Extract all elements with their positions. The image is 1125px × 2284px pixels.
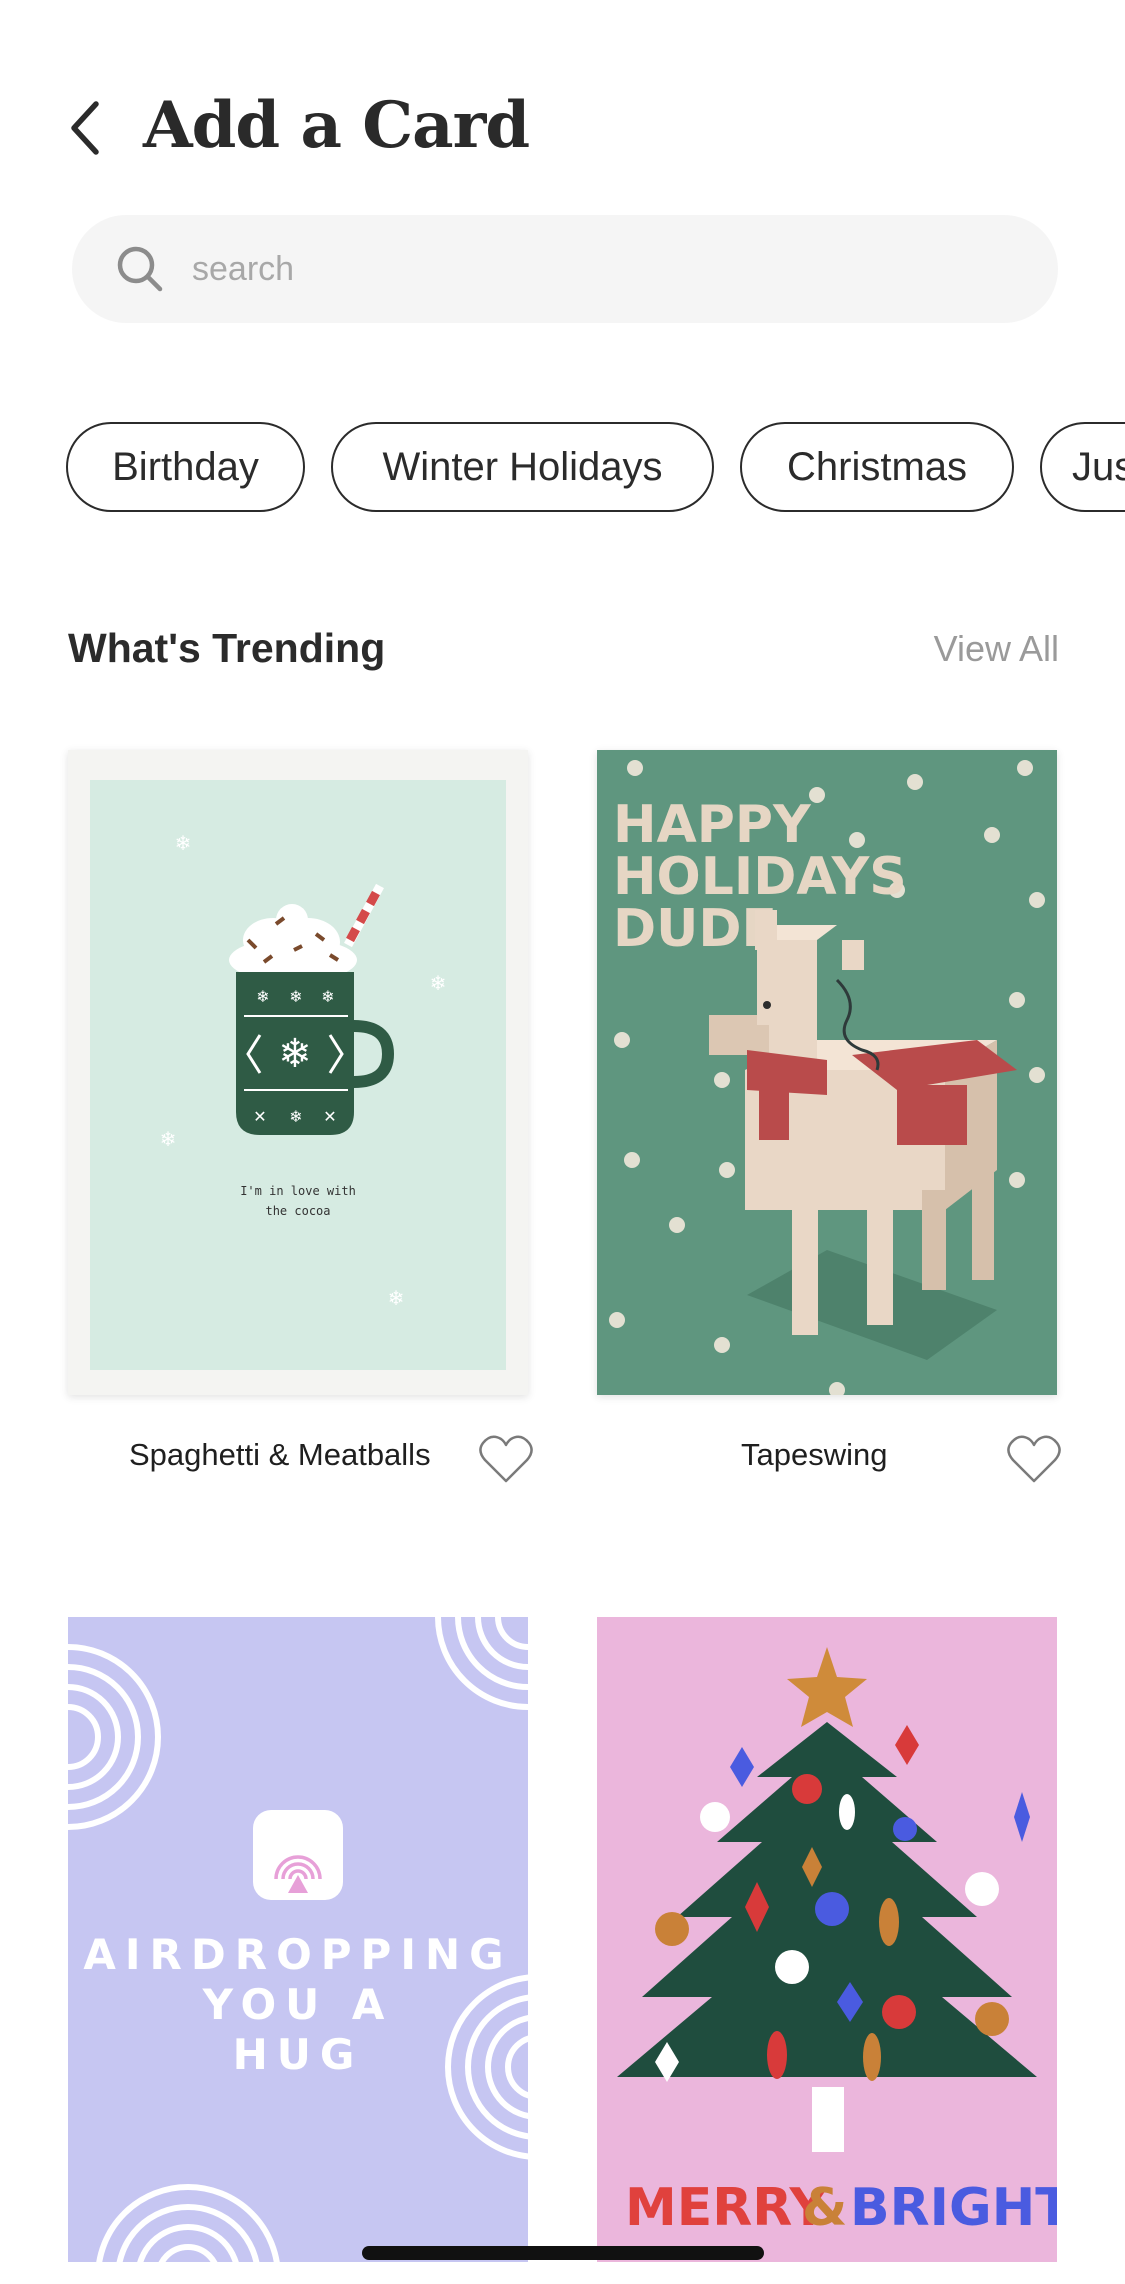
- heart-outline-icon[interactable]: [477, 1433, 535, 1485]
- llama-card-art: HAPPY HOLIDAYS DUDE: [597, 750, 1057, 1395]
- card-art-line-2: HOLIDAYS: [613, 847, 907, 907]
- chevron-left-icon: [71, 101, 99, 155]
- svg-text:❄: ❄: [430, 973, 447, 995]
- card-art-bright: BRIGHT: [850, 2178, 1057, 2238]
- card-art-caption-line-1: I'm in love with: [240, 1184, 356, 1198]
- card-tapeswing[interactable]: HAPPY HOLIDAYS DUDE: [597, 750, 1057, 1395]
- chip-just-because[interactable]: Jus: [1040, 422, 1125, 512]
- card-art-line-1: HAPPY: [613, 795, 812, 855]
- card-title-tapeswing[interactable]: Tapeswing: [741, 1437, 887, 1473]
- svg-text:✕: ✕: [253, 1109, 266, 1126]
- svg-text:❄: ❄: [289, 1109, 302, 1126]
- svg-text:❄: ❄: [278, 1032, 312, 1076]
- chip-birthday[interactable]: Birthday: [66, 422, 305, 512]
- page-title: Add a Card: [143, 88, 530, 163]
- svg-text:❄: ❄: [321, 989, 334, 1006]
- card-spaghetti-meatballs[interactable]: ❄ ❄ ❄ ❄ ❄ ❄ ❄ ❄ ✕ ❄ ✕ I'm in love with t…: [68, 750, 528, 1395]
- section-title: What's Trending: [68, 625, 386, 671]
- view-all-link[interactable]: View All: [934, 628, 1059, 670]
- search-icon: [117, 246, 163, 292]
- chip-winter-holidays[interactable]: Winter Holidays: [331, 422, 714, 512]
- airdrop-card-art: AIRDROPPING YOU A HUG: [68, 1617, 528, 2262]
- card-title-spaghetti-meatballs[interactable]: Spaghetti & Meatballs: [129, 1437, 431, 1473]
- svg-text:❄: ❄: [175, 833, 192, 855]
- svg-text:❄: ❄: [289, 989, 302, 1006]
- chip-christmas[interactable]: Christmas: [740, 422, 1014, 512]
- card-airdropping-hug[interactable]: AIRDROPPING YOU A HUG: [68, 1617, 528, 2262]
- card-art-line-3: HUG: [233, 2030, 364, 2079]
- svg-text:✕: ✕: [323, 1109, 336, 1126]
- back-button[interactable]: [56, 92, 116, 164]
- card-art-line-1: AIRDROPPING: [83, 1930, 512, 1979]
- card-art-line-3: DUDE: [613, 899, 777, 959]
- card-art-caption-line-2: the cocoa: [265, 1204, 330, 1218]
- christmas-tree-card-art: MERRY & BRIGHT: [597, 1617, 1057, 2262]
- cocoa-card-art: ❄ ❄ ❄ ❄ ❄ ❄ ❄ ❄ ✕ ❄ ✕ I'm in love with t…: [68, 750, 528, 1395]
- category-chips: Birthday Winter Holidays Christmas Jus: [0, 422, 1125, 514]
- card-art-line-2: YOU A: [202, 1980, 394, 2029]
- card-art-ampersand: &: [802, 2178, 847, 2238]
- search-bar[interactable]: [72, 215, 1058, 323]
- search-input[interactable]: [192, 239, 1012, 299]
- heart-outline-icon[interactable]: [1005, 1433, 1063, 1485]
- card-art-merry: MERRY: [625, 2178, 829, 2238]
- header: Add a Card: [0, 0, 1125, 200]
- svg-text:❄: ❄: [160, 1129, 177, 1151]
- home-indicator: [362, 2246, 764, 2260]
- svg-text:❄: ❄: [256, 989, 269, 1006]
- svg-text:❄: ❄: [388, 1288, 405, 1310]
- card-merry-bright[interactable]: MERRY & BRIGHT: [597, 1617, 1057, 2262]
